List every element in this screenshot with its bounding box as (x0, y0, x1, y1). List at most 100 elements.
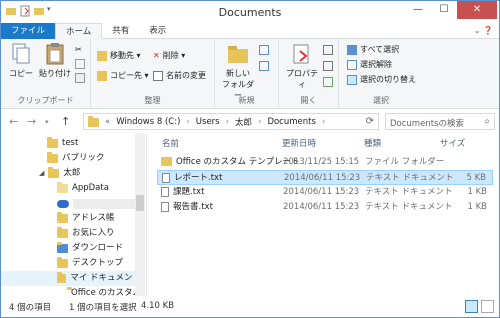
nav-scrollbar[interactable] (135, 133, 145, 296)
chevron-down-icon[interactable]: ⌄ (474, 26, 481, 35)
copy-button[interactable]: コピー (7, 42, 35, 79)
address-bar[interactable]: « Windows 8 (C:) › Users › 太郎 › Document… (83, 113, 379, 130)
file-size: 1 KB (467, 202, 487, 212)
nav-item-label: マイ ドキュメント (70, 273, 141, 283)
paste-button[interactable]: 貼り付け (39, 42, 71, 79)
copy-path-button[interactable] (75, 57, 85, 70)
file-date: 2014/06/11 15:23 (283, 187, 360, 197)
copy-to-label: コピー先 ▾ (110, 71, 149, 80)
copy-to-button[interactable]: コピー先 ▾ (97, 69, 149, 82)
select-all-icon (347, 44, 357, 55)
paste-shortcut-icon (75, 72, 85, 83)
status-item-count: 4 個の項目 (9, 303, 52, 313)
breadcrumb-overflow-icon[interactable]: « (105, 117, 110, 127)
details-view-icon[interactable] (465, 300, 478, 313)
select-all-button[interactable]: すべて選択 (347, 43, 399, 56)
delete-button[interactable]: ✕ 削除 ▾ (153, 49, 185, 62)
table-row[interactable]: 課題.txt 2014/06/11 15:23 テキスト ドキュメント 1 KB (157, 185, 493, 200)
breadcrumb-separator-icon[interactable]: › (226, 117, 229, 127)
group-new: 新しい フォルダー 新規 (215, 39, 279, 109)
file-date: 2013/11/25 15:15 (283, 157, 360, 167)
up-arrow-icon[interactable]: ↑ (61, 115, 70, 128)
nav-item-onedrive[interactable] (1, 196, 141, 211)
back-arrow-icon[interactable]: ← (9, 115, 18, 128)
breadcrumb-separator-icon[interactable]: › (322, 117, 325, 127)
nav-item-downloads[interactable]: ダウンロード (1, 241, 141, 256)
tab-file[interactable]: ファイル (1, 23, 56, 39)
breadcrumb-drive[interactable]: Windows 8 (C:) (116, 117, 180, 127)
breadcrumb-documents[interactable]: Documents (267, 117, 315, 127)
status-selection: 1 個の項目を選択 (69, 303, 137, 313)
new-folder-button[interactable]: 新しい フォルダー (221, 42, 255, 101)
group-label-select: 選択 (373, 96, 389, 105)
recent-chevron-icon[interactable]: ▾ (45, 118, 49, 126)
easy-access-icon (259, 60, 269, 71)
column-header-type[interactable]: 種類 (364, 137, 381, 149)
nav-item-contacts[interactable]: アドレス帳 (1, 211, 141, 226)
tab-share[interactable]: 共有 (102, 23, 139, 39)
column-header-date[interactable]: 更新日時 (282, 137, 316, 149)
tab-home[interactable]: ホーム (55, 23, 103, 39)
new-folder-icon (226, 42, 250, 66)
close-button[interactable]: ✕ (457, 1, 497, 19)
nav-item-desktop[interactable]: デスクトップ (1, 256, 141, 271)
search-input[interactable]: Documentsの検索 ⌕ (385, 113, 495, 130)
select-none-button[interactable]: 選択解除 (347, 58, 392, 71)
table-row[interactable]: レポート.txt 2014/06/11 15:23 テキスト ドキュメント 5 … (157, 170, 493, 185)
nav-item-favorites[interactable]: お気に入り (1, 226, 141, 241)
nav-item-appdata[interactable]: AppData (1, 181, 141, 196)
nav-item-test[interactable]: test (1, 136, 141, 151)
large-icons-view-icon[interactable] (481, 300, 494, 313)
select-none-icon (347, 59, 357, 70)
properties-button[interactable]: プロパティ (283, 42, 321, 90)
new-item-button[interactable] (259, 43, 269, 56)
edit-button[interactable] (323, 59, 333, 72)
invert-selection-button[interactable]: 選択の切り替え (347, 73, 416, 86)
cut-button[interactable]: ✂ (75, 43, 82, 56)
refresh-icon[interactable]: ⟳ (366, 116, 374, 127)
breadcrumb-users[interactable]: Users (196, 117, 220, 127)
open-button[interactable] (323, 43, 333, 56)
folder-icon (47, 137, 58, 148)
tab-view[interactable]: 表示 (139, 23, 176, 39)
window-controls: — ☐ ✕ (405, 1, 497, 19)
nav-item-my-documents[interactable]: マイ ドキュメント (1, 271, 141, 286)
column-header-name[interactable]: 名前 (162, 137, 179, 149)
nav-item-office-templates[interactable]: Office のカスタム (1, 286, 141, 296)
group-open: プロパティ 開く (279, 39, 339, 109)
move-to-icon (97, 50, 107, 61)
column-header-size[interactable]: サイズ (440, 137, 465, 149)
file-date: 2014/06/11 15:23 (284, 173, 361, 183)
scrollbar-thumb[interactable] (136, 195, 144, 211)
breadcrumb-separator-icon[interactable]: › (186, 117, 189, 127)
title-bar: ▾ Documents — ☐ ✕ (1, 1, 499, 23)
breadcrumb-separator-icon[interactable]: › (258, 117, 261, 127)
text-file-icon (162, 172, 170, 183)
move-to-button[interactable]: 移動先 ▾ (97, 49, 141, 62)
nav-item-user[interactable]: ◢ 太郎 (1, 166, 141, 181)
nav-item-label: 太郎 (63, 168, 81, 178)
group-label-clipboard: クリップボード (17, 96, 74, 105)
rename-button[interactable]: 名前の変更 (153, 69, 206, 82)
forward-arrow-icon[interactable]: → (27, 115, 36, 128)
maximize-button[interactable]: ☐ (431, 1, 457, 19)
nav-item-public[interactable]: パブリック (1, 151, 141, 166)
navigation-pane: test パブリック ◢ 太郎 AppData アドレス帳 お気に入り ダウンロー… (1, 133, 147, 296)
table-row[interactable]: 報告書.txt 2014/06/11 15:23 テキスト ドキュメント 1 K… (157, 200, 493, 215)
copy-to-icon (97, 70, 107, 81)
file-name: 報告書.txt (161, 200, 213, 215)
paste-shortcut-button[interactable] (75, 71, 85, 84)
paste-label: 貼り付け (39, 69, 71, 78)
table-row[interactable]: Office のカスタム テンプレート 2013/11/25 15:15 ファイ… (157, 155, 493, 170)
file-size: 1 KB (467, 187, 487, 197)
help-icon[interactable]: ❓ (483, 26, 493, 35)
rename-label: 名前の変更 (166, 71, 206, 80)
easy-access-button[interactable] (259, 59, 269, 72)
file-type: ファイル フォルダー (365, 157, 445, 167)
download-folder-icon (57, 242, 68, 253)
minimize-button[interactable]: — (405, 1, 431, 19)
breadcrumb-user[interactable]: 太郎 (235, 116, 252, 128)
search-icon: ⌕ (484, 116, 490, 127)
history-button[interactable] (323, 75, 333, 88)
expand-chevron-icon[interactable]: ◢ (39, 166, 44, 181)
